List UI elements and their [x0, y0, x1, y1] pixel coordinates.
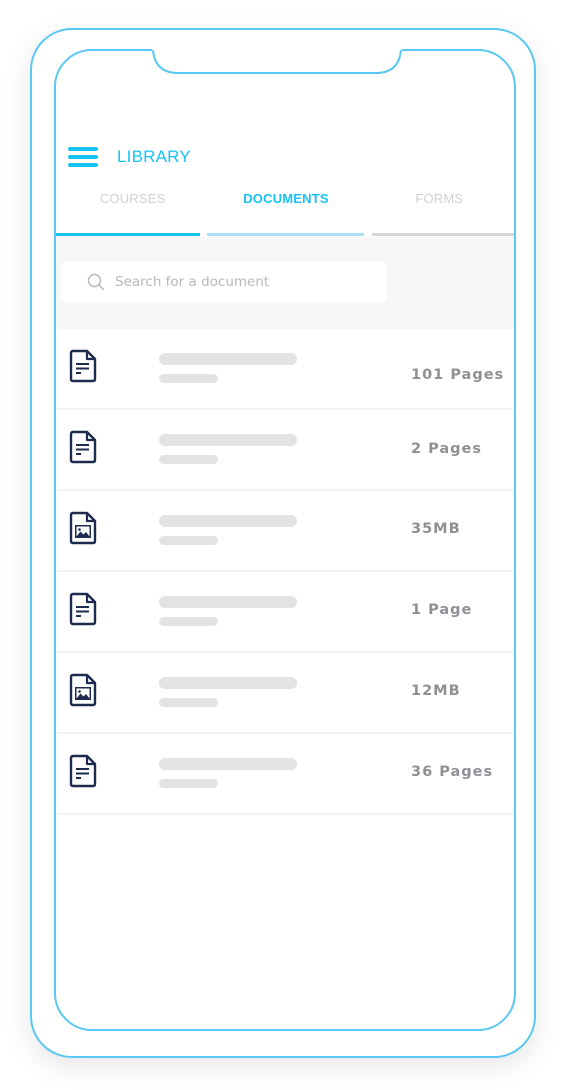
document-size-label: 35MB [411, 521, 461, 537]
document-row[interactable]: 35MB [56, 491, 514, 572]
page-title: LIBRARY [117, 147, 191, 166]
search-box[interactable] [61, 261, 387, 302]
document-title-placeholder [159, 596, 297, 608]
document-size-label: 1 Page [411, 602, 473, 618]
document-title-placeholder [159, 515, 297, 527]
document-subtitle-placeholder [159, 455, 218, 464]
document-subtitle-placeholder [159, 536, 218, 545]
tab-bar: COURSES DOCUMENTS FORMS [56, 189, 514, 209]
document-size-label: 12MB [411, 683, 461, 699]
tab-courses[interactable]: COURSES [56, 189, 209, 209]
document-size-label: 36 Pages [411, 764, 494, 780]
text-document-icon [69, 754, 97, 788]
hamburger-line [68, 155, 98, 159]
document-row[interactable]: 12MB [56, 653, 514, 734]
tab-documents[interactable]: DOCUMENTS [209, 189, 362, 209]
hamburger-line [68, 163, 98, 167]
document-row[interactable]: 1 Page [56, 572, 514, 653]
search-icon [87, 273, 105, 290]
tab-forms[interactable]: FORMS [363, 189, 514, 209]
document-subtitle-placeholder [159, 698, 218, 707]
document-title-placeholder [159, 434, 297, 446]
document-size-label: 2 Pages [411, 441, 483, 457]
document-title-placeholder [159, 353, 297, 365]
hamburger-line [68, 147, 98, 151]
search-area [56, 237, 514, 329]
app-header: LIBRARY [68, 143, 191, 171]
tab-indicator-courses [56, 233, 200, 236]
library-screen: LIBRARY COURSES DOCUMENTS FORMS Search f… [56, 51, 514, 1029]
phone-notch [152, 49, 402, 74]
search-input[interactable] [115, 273, 375, 290]
text-document-icon [69, 349, 97, 383]
phone-screen: LIBRARY COURSES DOCUMENTS FORMS Search f… [54, 49, 516, 1031]
image-document-icon [69, 511, 97, 545]
document-size-label: 101 Pages [411, 367, 505, 383]
document-subtitle-placeholder [159, 617, 218, 626]
tab-indicator-documents [207, 233, 364, 236]
document-subtitle-placeholder [159, 374, 218, 383]
document-subtitle-placeholder [159, 779, 218, 788]
document-title-placeholder [159, 758, 297, 770]
document-row[interactable]: 101 Pages [56, 329, 514, 410]
document-list: 101 Pages 2 Pages 35MB 1 Page 12MB 36 Pa… [56, 329, 514, 815]
text-document-icon [69, 430, 97, 464]
tab-indicator-forms [372, 233, 514, 236]
document-row[interactable]: 36 Pages [56, 734, 514, 815]
document-title-placeholder [159, 677, 297, 689]
document-row[interactable]: 2 Pages [56, 410, 514, 491]
text-document-icon [69, 592, 97, 626]
hamburger-menu-icon[interactable] [68, 147, 98, 167]
image-document-icon [69, 673, 97, 707]
